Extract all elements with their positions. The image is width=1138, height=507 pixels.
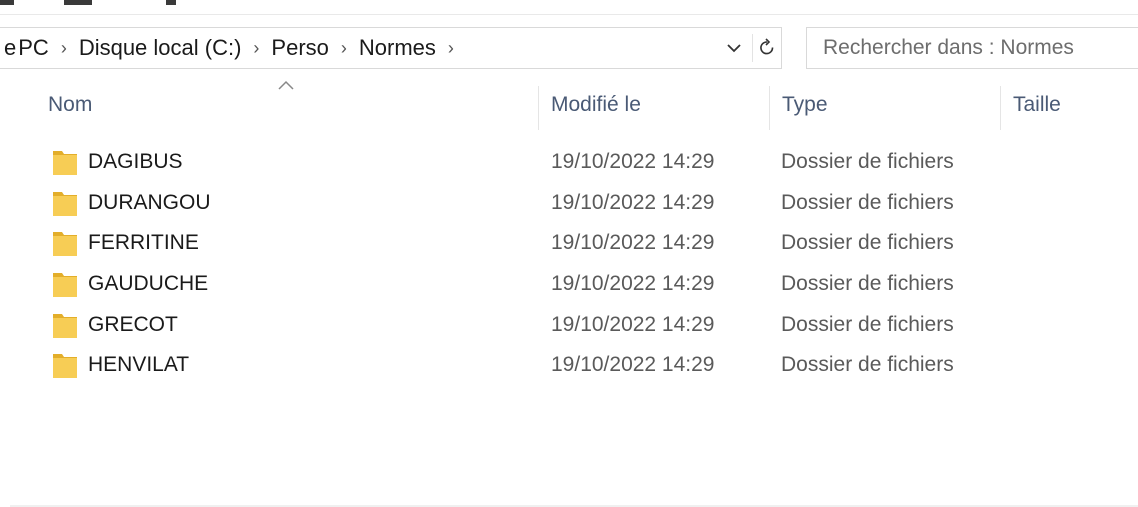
file-type: Dossier de fichiers	[781, 313, 954, 336]
chevron-right-icon[interactable]: ›	[440, 38, 462, 59]
file-row[interactable]: FERRITINE 19/10/2022 14:29 Dossier de fi…	[40, 224, 1130, 262]
file-name: GAUDUCHE	[88, 272, 209, 295]
toolbar-remnant	[0, 0, 1138, 15]
file-row[interactable]: GAUDUCHE 19/10/2022 14:29 Dossier de fic…	[40, 265, 1130, 303]
file-type: Dossier de fichiers	[781, 231, 954, 254]
file-name: GRECOT	[88, 313, 178, 336]
column-header-size-label: Taille	[1013, 93, 1061, 116]
column-header-modified[interactable]: Modifié le	[541, 80, 769, 130]
search-box[interactable]	[806, 27, 1138, 69]
column-divider[interactable]	[1000, 86, 1001, 130]
folder-icon	[53, 314, 77, 338]
chevron-right-icon[interactable]: ›	[333, 38, 355, 59]
folder-icon	[53, 273, 77, 297]
folder-icon	[53, 354, 77, 378]
file-row[interactable]: HENVILAT 19/10/2022 14:29 Dossier de fic…	[40, 346, 1130, 384]
file-name: FERRITINE	[88, 231, 199, 254]
breadcrumb-prefix: e	[4, 35, 17, 60]
file-row[interactable]: GRECOT 19/10/2022 14:29 Dossier de fichi…	[40, 306, 1130, 344]
folder-icon	[53, 151, 77, 175]
file-modified: 19/10/2022 14:29	[551, 353, 715, 376]
address-bar[interactable]: e PC › Disque local (C:) › Perso › Norme…	[0, 27, 782, 69]
column-divider[interactable]	[769, 86, 770, 130]
folder-icon	[53, 192, 77, 216]
file-modified: 19/10/2022 14:29	[551, 313, 715, 336]
refresh-icon[interactable]	[752, 34, 781, 62]
folder-icon	[53, 232, 77, 256]
breadcrumb-disque-local[interactable]: Disque local (C:)	[75, 35, 246, 61]
column-divider[interactable]	[538, 86, 539, 130]
breadcrumb-pc[interactable]: PC	[16, 35, 53, 61]
file-type: Dossier de fichiers	[781, 272, 954, 295]
column-header-modified-label: Modifié le	[551, 93, 641, 116]
column-header-size[interactable]: Taille	[1003, 80, 1138, 130]
breadcrumb-normes[interactable]: Normes	[355, 35, 440, 61]
file-name: DAGIBUS	[88, 150, 183, 173]
file-type: Dossier de fichiers	[781, 191, 954, 214]
file-type: Dossier de fichiers	[781, 353, 954, 376]
column-headers: Nom Modifié le Type Taille	[0, 80, 1138, 130]
column-header-type[interactable]: Type	[772, 80, 1000, 130]
file-modified: 19/10/2022 14:29	[551, 231, 715, 254]
chevron-down-icon[interactable]	[722, 36, 746, 60]
file-row[interactable]: DAGIBUS 19/10/2022 14:29 Dossier de fich…	[40, 143, 1130, 181]
file-modified: 19/10/2022 14:29	[551, 272, 715, 295]
column-header-name-label: Nom	[48, 93, 93, 116]
column-header-name[interactable]: Nom	[38, 80, 538, 130]
file-name: DURANGOU	[88, 191, 211, 214]
file-explorer-window: e PC › Disque local (C:) › Perso › Norme…	[0, 0, 1138, 507]
search-input[interactable]	[807, 28, 1133, 68]
column-header-type-label: Type	[782, 93, 828, 116]
breadcrumb-perso[interactable]: Perso	[267, 35, 332, 61]
breadcrumb: e PC › Disque local (C:) › Perso › Norme…	[4, 28, 462, 68]
file-row[interactable]: DURANGOU 19/10/2022 14:29 Dossier de fic…	[40, 184, 1130, 222]
file-name: HENVILAT	[88, 353, 190, 376]
chevron-right-icon[interactable]: ›	[245, 38, 267, 59]
file-modified: 19/10/2022 14:29	[551, 150, 715, 173]
chevron-right-icon[interactable]: ›	[53, 38, 75, 59]
file-modified: 19/10/2022 14:29	[551, 191, 715, 214]
file-type: Dossier de fichiers	[781, 150, 954, 173]
